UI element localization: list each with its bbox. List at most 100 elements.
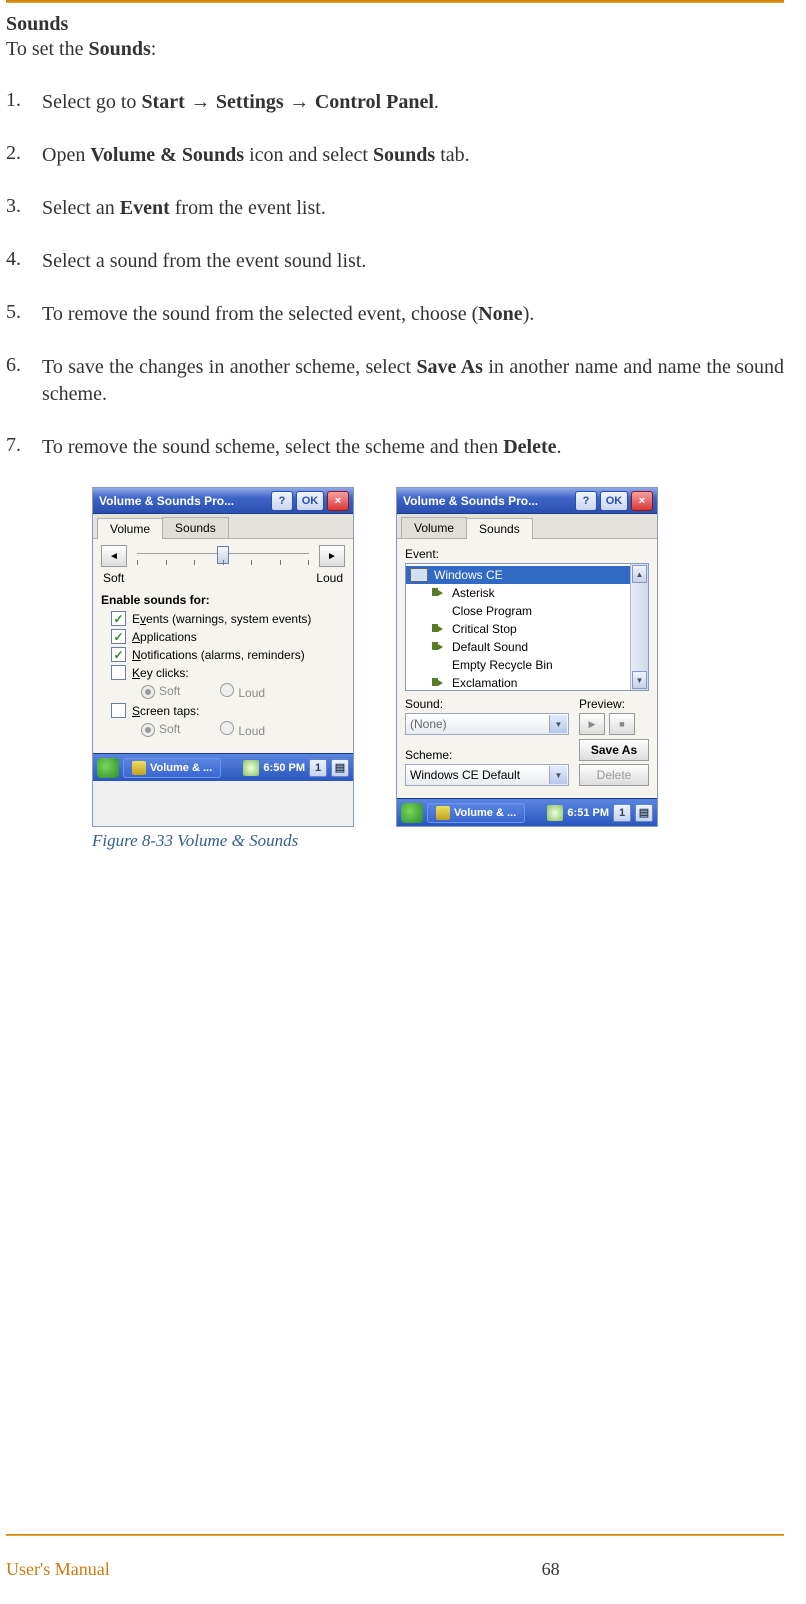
tab-sounds[interactable]: Sounds	[466, 518, 533, 539]
radio-soft[interactable]: Soft	[141, 722, 180, 737]
tray-desktop-icon[interactable]: ▤	[635, 804, 653, 822]
event-label: Default Sound	[452, 640, 528, 654]
app-label: Volume & ...	[150, 762, 212, 774]
help-button[interactable]: ?	[575, 491, 597, 511]
bottom-rule	[6, 1534, 784, 1536]
ok-button[interactable]: OK	[600, 491, 628, 511]
text: from the event list.	[170, 197, 326, 219]
arrow-icon: →	[284, 91, 315, 113]
tab-sounds[interactable]: Sounds	[162, 517, 229, 538]
event-item[interactable]: Empty Recycle Bin	[406, 656, 630, 674]
event-item[interactable]: Asterisk	[406, 584, 630, 602]
checkbox-keys[interactable]: Key clicks:	[111, 665, 345, 680]
start-button[interactable]	[97, 758, 119, 778]
event-item[interactable]: Default Sound	[406, 638, 630, 656]
checkbox-icon[interactable]	[111, 703, 126, 718]
checkbox-label: Applications	[132, 630, 197, 644]
event-label: Critical Stop	[452, 622, 517, 636]
taskbar-app[interactable]: Volume & ...	[427, 803, 525, 823]
chevron-down-icon[interactable]: ▼	[549, 766, 567, 784]
start-button[interactable]	[401, 803, 423, 823]
text: Open	[42, 144, 90, 166]
tab-strip: Volume Sounds	[93, 514, 353, 539]
step-item: 7.To remove the sound scheme, select the…	[6, 434, 784, 461]
step-text: Select an Event from the event list.	[42, 195, 784, 222]
checkbox-icon[interactable]: ✓	[111, 611, 126, 626]
scroll-up-icon[interactable]: ▲	[632, 565, 647, 583]
checkbox-icon[interactable]	[111, 665, 126, 680]
radio-icon[interactable]	[141, 685, 155, 699]
preview-play-button[interactable]: ▶	[579, 713, 605, 735]
speaker-icon	[432, 677, 446, 689]
tray-clock: 6:51 PM	[567, 807, 609, 819]
steps-list: 1.Select go to Start → Settings → Contro…	[6, 89, 784, 461]
speaker-icon	[432, 587, 446, 599]
radio-loud[interactable]: Loud	[220, 683, 265, 700]
speaker-icon	[432, 623, 446, 635]
tray-icon[interactable]	[547, 805, 563, 821]
text: Select an	[42, 197, 120, 219]
event-item[interactable]: Close Program	[406, 602, 630, 620]
step-text: Select a sound from the event sound list…	[42, 248, 784, 275]
text: Select go to	[42, 91, 141, 113]
radio-loud[interactable]: Loud	[220, 721, 265, 738]
chevron-down-icon[interactable]: ▼	[549, 715, 567, 733]
tray-indicator[interactable]: 1	[309, 759, 327, 777]
volume-up-button[interactable]: ►	[319, 545, 345, 567]
window-title: Volume & Sounds Pro...	[99, 494, 268, 508]
text: ).	[523, 303, 535, 325]
sound-combo[interactable]: (None) ▼	[405, 713, 569, 735]
slider-ticks	[137, 560, 309, 565]
checkbox-icon[interactable]: ✓	[111, 647, 126, 662]
event-listbox[interactable]: Windows CE AsteriskClose Program Critical …	[405, 563, 649, 691]
delete-button[interactable]: Delete	[579, 764, 649, 786]
step-text: To save the changes in another scheme, s…	[42, 354, 784, 408]
figure-caption: Figure 8-33 Volume & Sounds	[92, 831, 784, 851]
preview-stop-button[interactable]: ■	[609, 713, 635, 735]
system-tray: 6:51 PM 1 ▤	[547, 804, 653, 822]
scroll-down-icon[interactable]: ▼	[632, 671, 647, 689]
event-item[interactable]: Windows CE	[406, 566, 630, 584]
event-item[interactable]: Exclamation	[406, 674, 630, 692]
tab-strip: Volume Sounds	[397, 514, 657, 539]
radio-icon[interactable]	[220, 683, 234, 697]
step-number: 2.	[6, 142, 42, 169]
radio-icon[interactable]	[220, 721, 234, 735]
tray-icon[interactable]	[243, 760, 259, 776]
close-button[interactable]: ×	[631, 491, 653, 511]
ok-button[interactable]: OK	[296, 491, 324, 511]
label-loud: Loud	[316, 571, 343, 585]
radio-soft[interactable]: Soft	[141, 684, 180, 699]
tab-volume[interactable]: Volume	[97, 518, 163, 539]
tray-indicator[interactable]: 1	[613, 804, 631, 822]
scrollbar[interactable]: ▲ ▼	[630, 564, 648, 690]
step-number: 7.	[6, 434, 42, 461]
figure-row: Volume & Sounds Pro... ? OK × Volume Sou…	[92, 487, 784, 827]
checkbox-notif[interactable]: ✓Notifications (alarms, reminders)	[111, 647, 345, 662]
scheme-combo[interactable]: Windows CE Default ▼	[405, 764, 569, 786]
step-item: 6.To save the changes in another scheme,…	[6, 354, 784, 408]
checkbox-events[interactable]: ✓Events (warnings, system events)	[111, 611, 345, 626]
event-label: Windows CE	[434, 568, 503, 582]
blank-icon	[432, 659, 446, 671]
checkbox-icon[interactable]: ✓	[111, 629, 126, 644]
intro-bold: Sounds	[88, 38, 150, 60]
text: To save the changes in another scheme, s…	[42, 356, 416, 378]
volume-down-button[interactable]: ◄	[101, 545, 127, 567]
save-as-button[interactable]: Save As	[579, 739, 649, 761]
tray-clock: 6:50 PM	[263, 762, 305, 774]
tab-volume[interactable]: Volume	[401, 517, 467, 538]
window-volume: Volume & Sounds Pro... ? OK × Volume Sou…	[92, 487, 354, 827]
checkbox-apps[interactable]: ✓ Applications	[111, 629, 345, 644]
event-item[interactable]: Critical Stop	[406, 620, 630, 638]
section-heading: Sounds	[6, 13, 784, 36]
checkbox-screen[interactable]: Screen taps:	[111, 703, 345, 718]
taskbar-app[interactable]: Volume & ...	[123, 758, 221, 778]
help-button[interactable]: ?	[271, 491, 293, 511]
tray-desktop-icon[interactable]: ▤	[331, 759, 349, 777]
volume-slider[interactable]	[137, 553, 309, 559]
radio-icon[interactable]	[141, 723, 155, 737]
slider-labels: Soft Loud	[103, 571, 343, 585]
bold-text: None	[478, 303, 522, 325]
close-button[interactable]: ×	[327, 491, 349, 511]
